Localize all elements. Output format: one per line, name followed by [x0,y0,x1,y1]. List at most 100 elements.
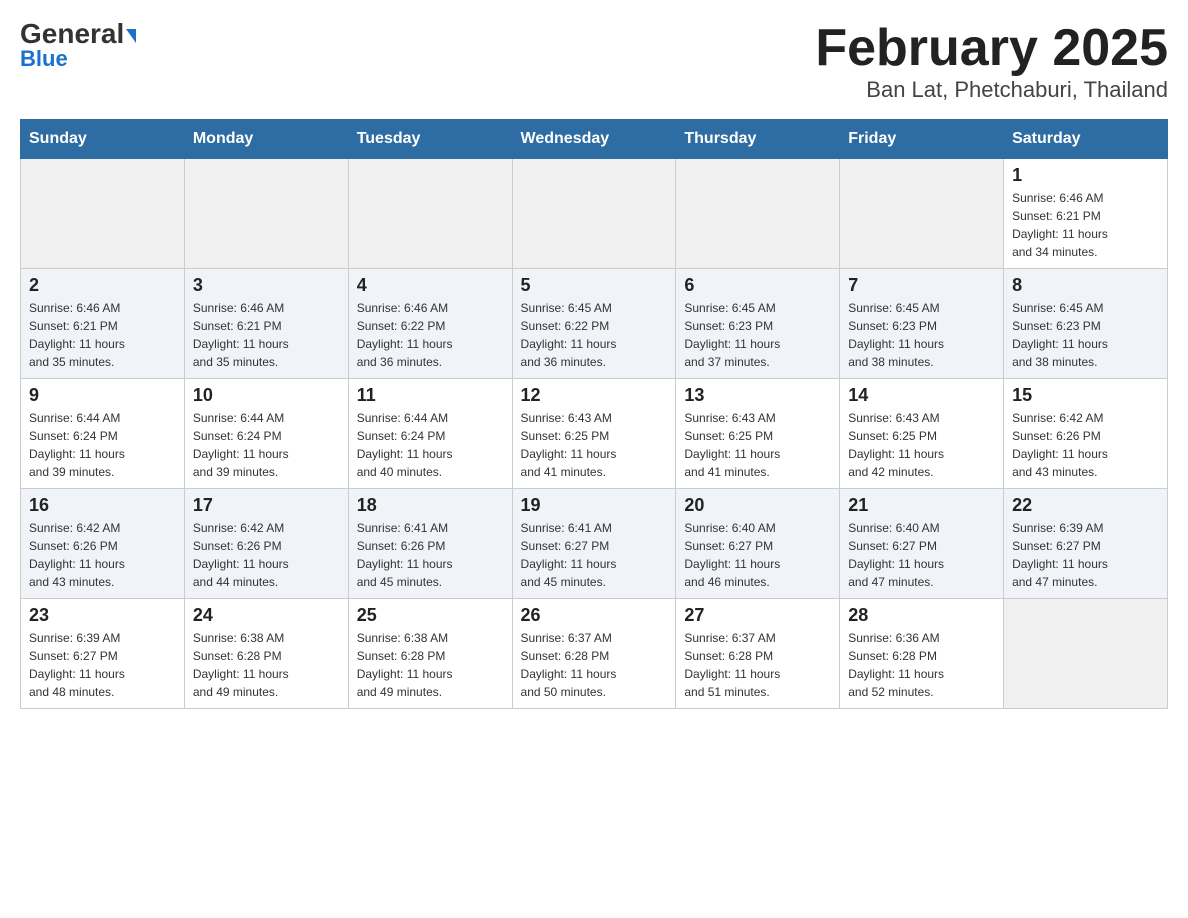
day-number: 25 [357,605,504,626]
calendar-header: SundayMondayTuesdayWednesdayThursdayFrid… [21,120,1168,159]
day-number: 27 [684,605,831,626]
day-info: Sunrise: 6:42 AM Sunset: 6:26 PM Dayligh… [1012,409,1159,481]
logo-general: General [20,20,136,48]
day-info: Sunrise: 6:41 AM Sunset: 6:27 PM Dayligh… [521,519,668,591]
weekday-header-saturday: Saturday [1004,120,1168,159]
calendar-cell: 28 Sunrise: 6:36 AM Sunset: 6:28 PM Dayli… [840,599,1004,709]
calendar-cell [676,159,840,269]
day-info: Sunrise: 6:43 AM Sunset: 6:25 PM Dayligh… [684,409,831,481]
calendar-cell [1004,599,1168,709]
page-header: General Blue February 2025 Ban Lat, Phet… [20,20,1168,103]
calendar-cell: 15 Sunrise: 6:42 AM Sunset: 6:26 PM Dayli… [1004,379,1168,489]
calendar-cell: 17 Sunrise: 6:42 AM Sunset: 6:26 PM Dayli… [184,489,348,599]
calendar-cell: 27 Sunrise: 6:37 AM Sunset: 6:28 PM Dayli… [676,599,840,709]
calendar-cell: 13 Sunrise: 6:43 AM Sunset: 6:25 PM Dayli… [676,379,840,489]
weekday-header-tuesday: Tuesday [348,120,512,159]
day-number: 22 [1012,495,1159,516]
weekday-header-sunday: Sunday [21,120,185,159]
calendar-cell: 23 Sunrise: 6:39 AM Sunset: 6:27 PM Dayli… [21,599,185,709]
day-info: Sunrise: 6:42 AM Sunset: 6:26 PM Dayligh… [193,519,340,591]
calendar-cell: 19 Sunrise: 6:41 AM Sunset: 6:27 PM Dayli… [512,489,676,599]
weekday-header-friday: Friday [840,120,1004,159]
day-number: 10 [193,385,340,406]
calendar-body: 1 Sunrise: 6:46 AM Sunset: 6:21 PM Daylig… [21,159,1168,709]
day-info: Sunrise: 6:44 AM Sunset: 6:24 PM Dayligh… [29,409,176,481]
week-row-3: 16 Sunrise: 6:42 AM Sunset: 6:26 PM Dayli… [21,489,1168,599]
week-row-2: 9 Sunrise: 6:44 AM Sunset: 6:24 PM Daylig… [21,379,1168,489]
calendar-cell: 4Sunrise: 6:46 AM Sunset: 6:22 PM Daylig… [348,269,512,379]
day-number: 12 [521,385,668,406]
calendar-cell: 10 Sunrise: 6:44 AM Sunset: 6:24 PM Dayli… [184,379,348,489]
day-info: Sunrise: 6:39 AM Sunset: 6:27 PM Dayligh… [29,629,176,701]
weekday-header-wednesday: Wednesday [512,120,676,159]
day-number: 6 [684,275,831,296]
day-number: 18 [357,495,504,516]
day-number: 5 [521,275,668,296]
day-number: 14 [848,385,995,406]
day-number: 13 [684,385,831,406]
calendar-cell: 5 Sunrise: 6:45 AM Sunset: 6:22 PM Daylig… [512,269,676,379]
week-row-1: 2 Sunrise: 6:46 AM Sunset: 6:21 PM Daylig… [21,269,1168,379]
title-block: February 2025 Ban Lat, Phetchaburi, Thai… [815,20,1168,103]
day-info: Sunrise: 6:44 AM Sunset: 6:24 PM Dayligh… [193,409,340,481]
day-number: 1 [1012,165,1159,186]
day-number: 26 [521,605,668,626]
calendar-cell: 18Sunrise: 6:41 AM Sunset: 6:26 PM Dayli… [348,489,512,599]
calendar-cell: 22 Sunrise: 6:39 AM Sunset: 6:27 PM Dayli… [1004,489,1168,599]
day-info: Sunrise: 6:46 AM Sunset: 6:21 PM Dayligh… [29,299,176,371]
calendar-cell: 2 Sunrise: 6:46 AM Sunset: 6:21 PM Daylig… [21,269,185,379]
calendar-cell [840,159,1004,269]
calendar-cell [348,159,512,269]
weekday-header-monday: Monday [184,120,348,159]
calendar-cell: 20 Sunrise: 6:40 AM Sunset: 6:27 PM Dayli… [676,489,840,599]
calendar-subtitle: Ban Lat, Phetchaburi, Thailand [815,77,1168,103]
calendar-cell [21,159,185,269]
day-info: Sunrise: 6:37 AM Sunset: 6:28 PM Dayligh… [684,629,831,701]
day-number: 23 [29,605,176,626]
day-number: 11 [357,385,504,406]
day-info: Sunrise: 6:45 AM Sunset: 6:22 PM Dayligh… [521,299,668,371]
day-info: Sunrise: 6:42 AM Sunset: 6:26 PM Dayligh… [29,519,176,591]
week-row-0: 1 Sunrise: 6:46 AM Sunset: 6:21 PM Daylig… [21,159,1168,269]
calendar-cell: 25Sunrise: 6:38 AM Sunset: 6:28 PM Dayli… [348,599,512,709]
day-number: 20 [684,495,831,516]
day-info: Sunrise: 6:46 AM Sunset: 6:22 PM Dayligh… [357,299,504,371]
day-info: Sunrise: 6:43 AM Sunset: 6:25 PM Dayligh… [848,409,995,481]
day-info: Sunrise: 6:40 AM Sunset: 6:27 PM Dayligh… [684,519,831,591]
day-number: 2 [29,275,176,296]
calendar-cell: 6Sunrise: 6:45 AM Sunset: 6:23 PM Daylig… [676,269,840,379]
calendar-cell: 26Sunrise: 6:37 AM Sunset: 6:28 PM Dayli… [512,599,676,709]
calendar-cell: 12Sunrise: 6:43 AM Sunset: 6:25 PM Dayli… [512,379,676,489]
calendar-cell: 1 Sunrise: 6:46 AM Sunset: 6:21 PM Daylig… [1004,159,1168,269]
day-info: Sunrise: 6:45 AM Sunset: 6:23 PM Dayligh… [1012,299,1159,371]
day-number: 17 [193,495,340,516]
day-info: Sunrise: 6:40 AM Sunset: 6:27 PM Dayligh… [848,519,995,591]
day-number: 16 [29,495,176,516]
calendar-cell: 3Sunrise: 6:46 AM Sunset: 6:21 PM Daylig… [184,269,348,379]
logo-arrow-icon [126,29,136,43]
day-number: 15 [1012,385,1159,406]
calendar-table: SundayMondayTuesdayWednesdayThursdayFrid… [20,119,1168,709]
day-info: Sunrise: 6:36 AM Sunset: 6:28 PM Dayligh… [848,629,995,701]
day-info: Sunrise: 6:44 AM Sunset: 6:24 PM Dayligh… [357,409,504,481]
day-info: Sunrise: 6:46 AM Sunset: 6:21 PM Dayligh… [1012,189,1159,261]
day-number: 28 [848,605,995,626]
day-number: 9 [29,385,176,406]
logo-blue: Blue [20,46,68,72]
weekday-header-thursday: Thursday [676,120,840,159]
day-number: 24 [193,605,340,626]
weekday-row: SundayMondayTuesdayWednesdayThursdayFrid… [21,120,1168,159]
calendar-cell: 16 Sunrise: 6:42 AM Sunset: 6:26 PM Dayli… [21,489,185,599]
week-row-4: 23 Sunrise: 6:39 AM Sunset: 6:27 PM Dayli… [21,599,1168,709]
day-info: Sunrise: 6:39 AM Sunset: 6:27 PM Dayligh… [1012,519,1159,591]
calendar-cell: 21 Sunrise: 6:40 AM Sunset: 6:27 PM Dayli… [840,489,1004,599]
calendar-title: February 2025 [815,20,1168,77]
day-number: 7 [848,275,995,296]
calendar-cell: 9 Sunrise: 6:44 AM Sunset: 6:24 PM Daylig… [21,379,185,489]
day-number: 21 [848,495,995,516]
day-info: Sunrise: 6:45 AM Sunset: 6:23 PM Dayligh… [848,299,995,371]
day-number: 8 [1012,275,1159,296]
logo: General Blue [20,20,136,72]
calendar-cell: 11 Sunrise: 6:44 AM Sunset: 6:24 PM Dayli… [348,379,512,489]
day-number: 19 [521,495,668,516]
